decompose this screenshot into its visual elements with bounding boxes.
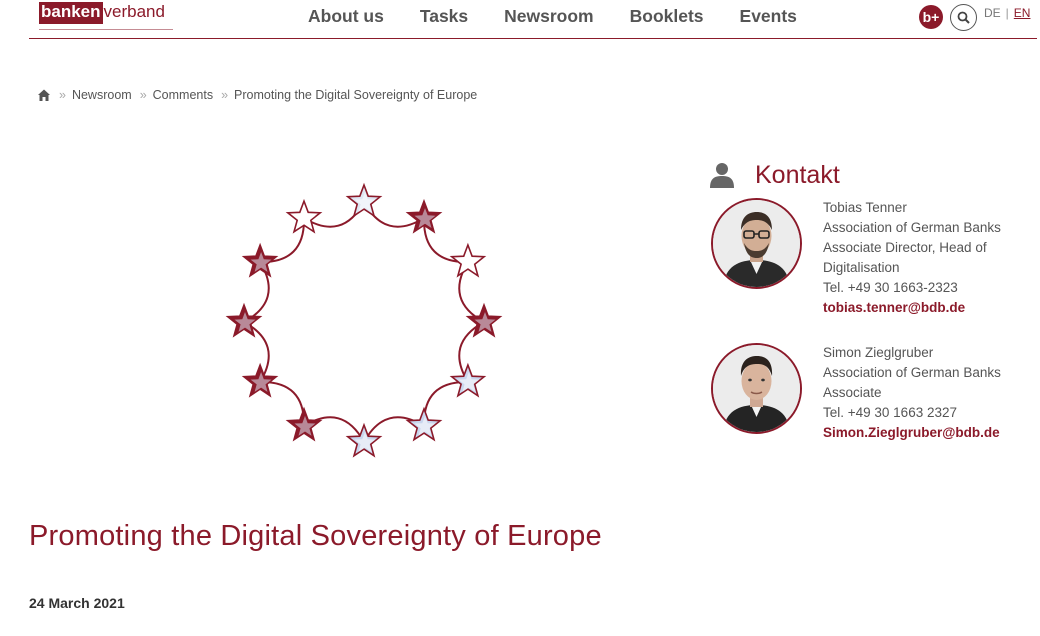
bplus-button[interactable]: b+ xyxy=(919,5,943,29)
nav-events[interactable]: Events xyxy=(722,4,815,28)
language-switcher: DE | EN xyxy=(984,6,1030,20)
eu-stars-illustration xyxy=(225,182,503,458)
lang-en[interactable]: EN xyxy=(1014,6,1031,20)
contact-org: Association of German Banks xyxy=(823,220,1001,235)
breadcrumb: » Newsroom » Comments » Promoting the Di… xyxy=(37,88,477,102)
search-button[interactable] xyxy=(950,4,977,31)
contact-details: Tobias Tenner Association of German Bank… xyxy=(823,198,1001,318)
contact-org: Association of German Banks xyxy=(823,365,1001,380)
logo-text-part1: banken xyxy=(39,2,103,24)
contact-email-link[interactable]: tobias.tenner@bdb.de xyxy=(823,298,1001,318)
contact-header: Kontakt xyxy=(709,160,840,190)
nav-booklets[interactable]: Booklets xyxy=(612,4,722,28)
lang-de[interactable]: DE xyxy=(984,6,1001,20)
logo-underline xyxy=(39,29,173,30)
person-icon xyxy=(710,163,734,188)
contact-phone: Tel. +49 30 1663-2323 xyxy=(823,280,958,295)
site-header: banken verband About us Tasks Newsroom B… xyxy=(0,0,1040,40)
avatar xyxy=(711,343,802,434)
avatar xyxy=(711,198,802,289)
breadcrumb-comments[interactable]: Comments xyxy=(153,88,213,102)
breadcrumb-separator: » xyxy=(59,88,66,102)
logo-text-part2: verband xyxy=(103,2,165,21)
article-date: 24 March 2021 xyxy=(29,595,125,611)
main-nav: About us Tasks Newsroom Booklets Events xyxy=(290,4,815,28)
contact-title: Kontakt xyxy=(755,161,840,189)
breadcrumb-current: Promoting the Digital Sovereignty of Eur… xyxy=(234,88,478,102)
contact-name: Simon Zieglgruber xyxy=(823,345,934,360)
breadcrumb-separator: » xyxy=(221,88,229,102)
breadcrumb-newsroom[interactable]: Newsroom xyxy=(72,88,132,102)
nav-about-us[interactable]: About us xyxy=(290,4,402,28)
breadcrumb-separator: » xyxy=(139,88,147,102)
nav-tasks[interactable]: Tasks xyxy=(402,4,486,28)
nav-newsroom[interactable]: Newsroom xyxy=(486,4,611,28)
article-title: Promoting the Digital Sovereignty of Eur… xyxy=(29,520,602,552)
contact-role: Associate xyxy=(823,385,882,400)
logo[interactable]: banken verband xyxy=(39,2,165,30)
home-icon[interactable] xyxy=(37,88,51,102)
contact-name: Tobias Tenner xyxy=(823,200,907,215)
contact-email-link[interactable]: Simon.Zieglgruber@bdb.de xyxy=(823,423,1001,443)
lang-separator: | xyxy=(1005,6,1009,20)
contact-role-cont: Digitalisation xyxy=(823,260,900,275)
contact-details: Simon Zieglgruber Association of German … xyxy=(823,343,1001,443)
search-icon xyxy=(957,11,970,24)
contact-phone: Tel. +49 30 1663 2327 xyxy=(823,405,957,420)
header-divider xyxy=(29,38,1037,39)
contact-role: Associate Director, Head of xyxy=(823,240,987,255)
